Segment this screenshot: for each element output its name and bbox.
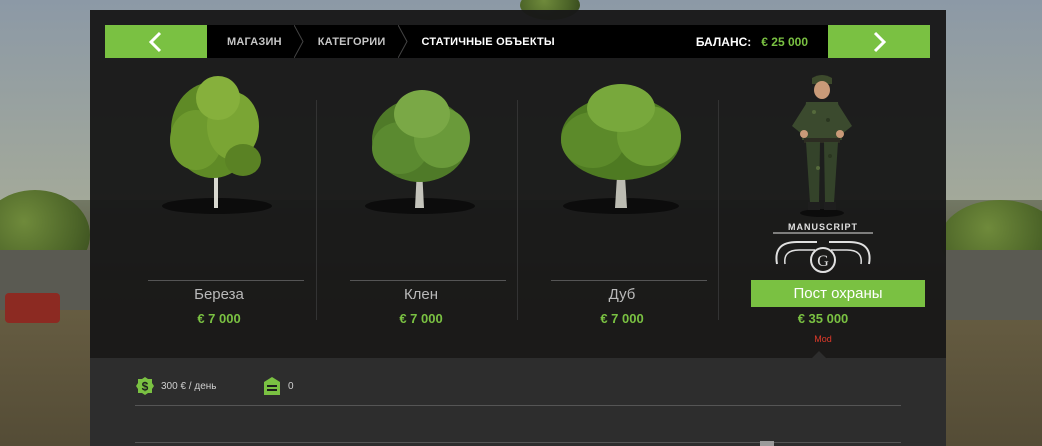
previous-page-button[interactable] (105, 25, 207, 58)
breadcrumb-static-objects: СТАТИЧНЫЕ ОБЪЕКТЫ (421, 35, 555, 48)
next-page-button[interactable] (828, 25, 930, 58)
item-price: € 7 000 (197, 311, 241, 326)
shop-item-guard-post[interactable]: MANUSCRIPT G Пост охраны € 35 000 Mod (722, 68, 925, 358)
background-vehicle (5, 293, 60, 323)
svg-text:MANUSCRIPT: MANUSCRIPT (788, 222, 858, 232)
mod-badge: Mod (814, 334, 832, 344)
svg-text:$: $ (142, 380, 149, 394)
guard-post-image (792, 75, 852, 217)
item-price: € 35 000 (797, 311, 849, 326)
breadcrumb: МАГАЗИН КАТЕГОРИИ СТАТИЧНЫЕ ОБЪЕКТЫ (215, 25, 567, 58)
shop-item-maple[interactable]: Клен € 7 000 (320, 68, 522, 358)
storage-icon (264, 377, 280, 395)
balance-display: БАЛАНС: € 25 000 (696, 25, 808, 58)
item-divider (551, 280, 707, 281)
birch-tree-image (162, 76, 272, 214)
item-price: € 7 000 (600, 311, 644, 326)
breadcrumb-shop[interactable]: МАГАЗИН (215, 25, 294, 58)
item-name: Пост охраны (751, 280, 925, 307)
upkeep-stat: $ 300 € / день (135, 375, 217, 397)
maple-tree-image (365, 90, 475, 214)
svg-text:G: G (817, 253, 829, 270)
item-price: € 7 000 (399, 311, 443, 326)
column-divider (517, 100, 518, 320)
selection-pointer (811, 351, 827, 359)
money-icon: $ (136, 377, 154, 395)
item-divider (350, 280, 506, 281)
item-details-panel (90, 358, 946, 446)
breadcrumb-categories[interactable]: КАТЕГОРИИ (304, 25, 398, 58)
details-divider (135, 405, 901, 406)
details-divider (135, 442, 901, 443)
manuscript-logo: MANUSCRIPT G (773, 222, 873, 273)
balance-value: € 25 000 (761, 34, 808, 49)
balance-label: БАЛАНС: (695, 34, 752, 49)
capacity-stat: 0 (262, 375, 294, 397)
oak-tree-image (561, 84, 681, 214)
shop-item-birch[interactable]: Береза € 7 000 (118, 68, 320, 358)
breadcrumb-separator-icon (397, 25, 408, 58)
item-name: Дуб (608, 286, 636, 303)
item-name: Клен (403, 286, 439, 303)
top-bar: МАГАЗИН КАТЕГОРИИ СТАТИЧНЫЕ ОБЪЕКТЫ БАЛА… (105, 25, 930, 58)
chevron-left-icon (148, 31, 162, 52)
column-divider (316, 100, 317, 320)
scrollbar-handle[interactable] (760, 441, 774, 446)
upkeep-value: 300 € / день (161, 380, 217, 392)
item-list: Береза € 7 000 Клен € 7 000 Дуб € 7 000 (105, 68, 930, 358)
breadcrumb-separator-icon (293, 25, 304, 58)
shop-item-oak[interactable]: Дуб € 7 000 (521, 68, 723, 358)
background-building (946, 250, 1042, 320)
item-divider (148, 280, 304, 281)
capacity-value: 0 (288, 380, 294, 392)
item-name: Береза (194, 286, 244, 303)
column-divider (718, 100, 719, 320)
chevron-right-icon (873, 31, 887, 52)
